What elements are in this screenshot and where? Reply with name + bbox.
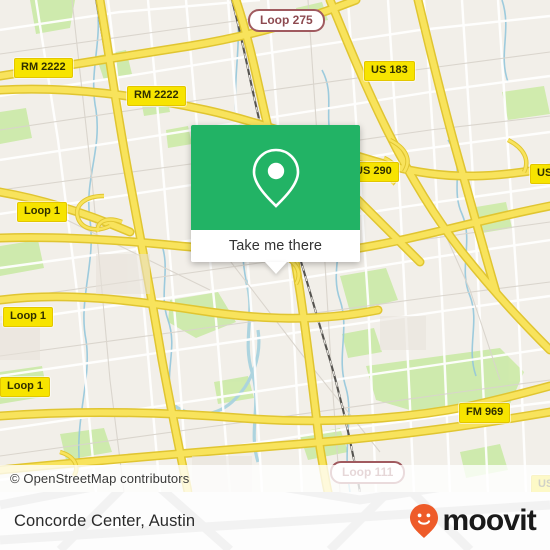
shield-loop-1-south[interactable]: Loop 1 bbox=[0, 377, 51, 397]
shield-loop-275[interactable]: Loop 275 bbox=[248, 9, 325, 32]
map-attribution-bar: © OpenStreetMap contributors bbox=[0, 465, 550, 492]
take-me-there-label[interactable]: Take me there bbox=[229, 238, 322, 254]
shield-loop-1-mid[interactable]: Loop 1 bbox=[3, 307, 54, 327]
shield-us-east-edge[interactable]: US bbox=[530, 164, 550, 184]
moovit-wordmark: moovit bbox=[442, 504, 536, 537]
moovit-logo[interactable]: moovit bbox=[409, 503, 537, 539]
info-card-footer[interactable]: Take me there bbox=[191, 230, 360, 274]
page-footer: Concorde Center, Austin moovit bbox=[0, 492, 550, 550]
shield-rm-2222-west[interactable]: RM 2222 bbox=[14, 58, 73, 78]
location-pin-icon bbox=[252, 148, 299, 208]
page-title: Concorde Center, Austin bbox=[14, 511, 196, 530]
osm-attribution-text[interactable]: © OpenStreetMap contributors bbox=[0, 471, 189, 486]
shield-us-183[interactable]: US 183 bbox=[364, 61, 415, 81]
shield-rm-2222-east[interactable]: RM 2222 bbox=[127, 86, 186, 106]
info-card-image-area bbox=[191, 125, 360, 230]
moovit-map-screen: RM 2222 RM 2222 Loop 275 US 183 US 290 US Loop… bbox=[0, 0, 550, 550]
moovit-smiley-pin-icon bbox=[410, 504, 439, 538]
shield-loop-1-north[interactable]: Loop 1 bbox=[17, 202, 68, 222]
info-card-pointer-tail bbox=[264, 262, 287, 274]
shield-fm-969[interactable]: FM 969 bbox=[459, 403, 511, 423]
place-info-card[interactable]: Take me there bbox=[191, 125, 360, 274]
